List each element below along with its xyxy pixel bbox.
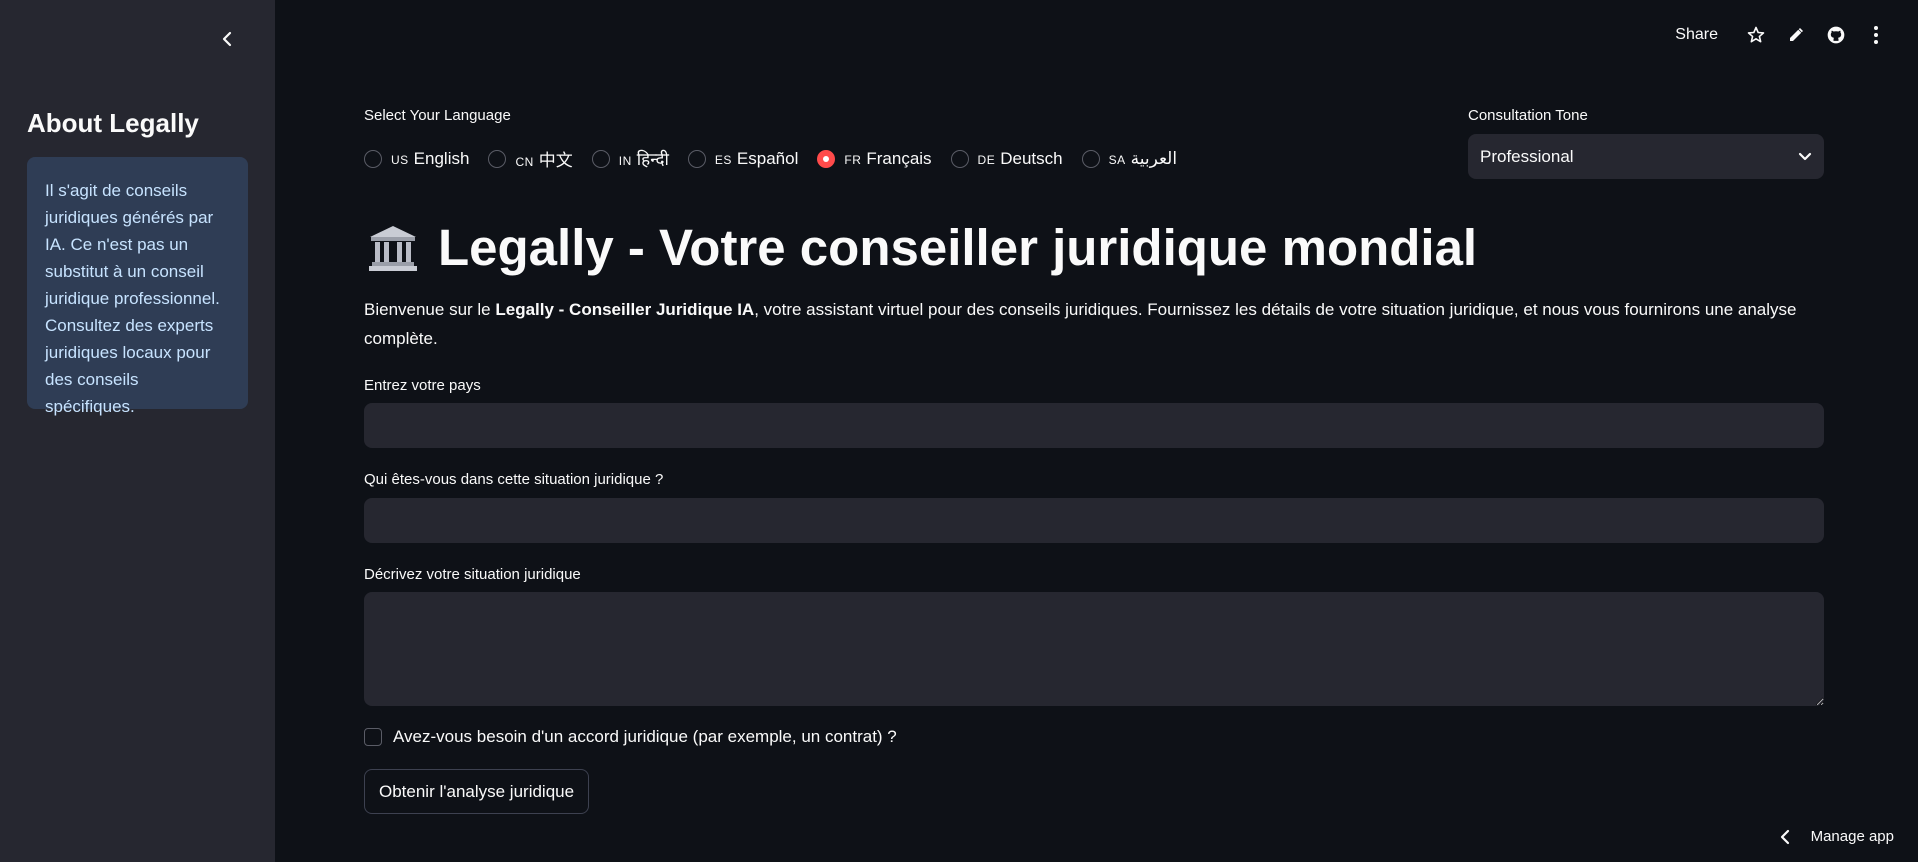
language-option-english[interactable]: US English [364, 149, 469, 169]
chevron-left-icon [222, 31, 232, 47]
radio-circle-selected [817, 149, 836, 168]
language-option-spanish[interactable]: ES Español [687, 148, 799, 169]
language-label-arabic: العربية [1130, 148, 1178, 168]
flag-code-de: DE [977, 152, 996, 167]
intro-text: Bienvenue sur le Legally - Conseiller Ju… [364, 300, 1797, 348]
radio-circle [687, 149, 706, 168]
language-option-hindi[interactable]: IN हिन्दी [591, 147, 669, 170]
manage-app-label: Manage app [1810, 828, 1894, 845]
intro-app-name: Legally - Conseiller Juridique IA [495, 300, 755, 319]
agreement-checkbox-label: Avez-vous besoin d'un accord juridique (… [393, 727, 897, 746]
sidebar: About Legally Il s'agit de conseils juri… [0, 0, 275, 862]
page-title-text: Legally - Votre conseiller juridique mon… [438, 219, 1478, 276]
checkbox-box [364, 728, 382, 746]
sidebar-title: About Legally [27, 108, 199, 138]
classical-building-icon [368, 224, 418, 272]
app-toolbar: Share [1675, 22, 1896, 48]
language-label-french: Français [866, 148, 932, 168]
agreement-checkbox[interactable]: Avez-vous besoin d'un accord juridique (… [364, 727, 897, 747]
chevron-down-icon [1798, 152, 1812, 160]
edit-button[interactable] [1776, 22, 1816, 48]
collapse-sidebar-button[interactable] [214, 26, 240, 52]
tone-select[interactable]: Professional [1468, 134, 1824, 179]
radio-circle [950, 149, 969, 168]
flag-code-cn: CN [515, 155, 534, 169]
radio-circle [488, 149, 507, 168]
language-label-hindi: हिन्दी [636, 150, 669, 169]
info-box: Il s'agit de conseils juridiques générés… [27, 157, 248, 416]
radio-circle [591, 149, 610, 168]
role-label: Qui êtes-vous dans cette situation jurid… [364, 471, 664, 488]
more-menu-button[interactable] [1856, 22, 1896, 48]
flag-code-fr: FR [844, 152, 862, 167]
chevron-left-icon [1780, 829, 1789, 844]
language-label-spanish: Español [736, 148, 799, 168]
role-input[interactable] [364, 498, 1824, 543]
situation-textarea[interactable] [364, 592, 1824, 706]
language-label-german: Deutsch [1000, 148, 1063, 168]
flag-code-es: ES [714, 152, 732, 167]
flag-code-in: IN [618, 154, 632, 168]
country-label: Entrez votre pays [364, 377, 481, 394]
flag-code-sa: SA [1108, 152, 1126, 167]
flag-code-us: US [391, 152, 409, 167]
get-analysis-button[interactable]: Obtenir l'analyse juridique [364, 769, 590, 814]
pencil-icon [1790, 27, 1804, 41]
manage-app-button[interactable]: Manage app [1779, 828, 1894, 845]
situation-label: Décrivez votre situation juridique [364, 566, 581, 583]
github-button[interactable] [1816, 22, 1856, 48]
language-option-german[interactable]: DE Deutsch [950, 148, 1063, 169]
radio-circle [364, 149, 382, 168]
country-input[interactable] [364, 403, 1824, 448]
radio-circle [1081, 149, 1100, 168]
language-option-arabic[interactable]: SA العربية [1081, 148, 1178, 169]
language-option-chinese[interactable]: CN 中文 [488, 146, 573, 171]
star-button[interactable] [1736, 22, 1776, 48]
language-label: Select Your Language [364, 107, 511, 124]
language-radio-group: US English CN 中文 IN हिन्दी ES Español FR Fran… [364, 146, 1196, 171]
share-button[interactable]: Share [1675, 26, 1718, 44]
language-label-english: English [413, 148, 470, 168]
more-vertical-icon [1874, 26, 1878, 44]
language-option-french[interactable]: FR Français [817, 148, 932, 169]
star-icon [1747, 26, 1765, 43]
page-title: Legally - Votre conseiller juridique mon… [368, 218, 1477, 277]
tone-label: Consultation Tone [1468, 107, 1588, 124]
language-label-chinese: 中文 [538, 151, 573, 170]
github-icon [1827, 26, 1845, 44]
tone-selected-value: Professional [1480, 146, 1574, 166]
